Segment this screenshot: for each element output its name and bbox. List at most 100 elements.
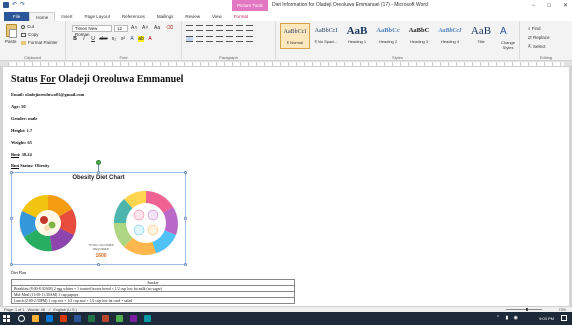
style-no-spacing[interactable]: AaBbCcI ¶ No Spaci... — [311, 23, 341, 49]
shading-icon[interactable] — [236, 36, 243, 42]
style-name: Heading 2 — [378, 39, 398, 44]
paste-button[interactable]: Paste — [5, 39, 17, 44]
change-styles-button[interactable]: Change Styles — [497, 40, 519, 50]
tab-references[interactable]: References — [116, 12, 151, 21]
zoom-slider[interactable] — [506, 308, 542, 311]
subscript-button[interactable]: x₂ — [111, 36, 117, 42]
tab-insert[interactable]: Insert — [55, 12, 78, 21]
table-row: Lunch (2:00-2:30PM) 1 cup rice + 1/2 cup… — [11, 297, 295, 304]
app-icon[interactable] — [144, 315, 151, 322]
taskbar-clock[interactable]: 9:03 PM — [539, 312, 554, 325]
close-button[interactable]: ✕ — [563, 2, 568, 9]
line-spacing-icon[interactable] — [226, 36, 233, 42]
grow-font-icon[interactable]: A˄ — [131, 25, 137, 31]
resize-handle-e[interactable] — [184, 217, 187, 220]
font-family-select[interactable]: Times New Roman — [72, 25, 112, 37]
tab-mailings[interactable]: Mailings — [151, 12, 180, 21]
style-title[interactable]: AaB Title — [466, 23, 496, 49]
change-styles-icon[interactable]: A — [500, 26, 507, 37]
align-right-icon[interactable] — [206, 36, 213, 42]
style-normal[interactable]: AaBbCcI ¶ Normal — [280, 23, 310, 49]
italic-button[interactable]: I — [81, 36, 87, 42]
bullets-icon[interactable] — [186, 25, 193, 31]
style-heading-4[interactable]: AaBbCcI Heading 4 — [435, 23, 465, 49]
find-button[interactable]: ⌕ Find — [528, 24, 550, 33]
tab-home[interactable]: Home — [29, 12, 56, 21]
text-effects-icon[interactable]: A — [129, 36, 135, 42]
table-cell[interactable]: Lunch (2:00-2:30PM) 1 cup rice + 1/2 cup… — [11, 297, 295, 304]
clear-format-icon[interactable]: ⌫ — [166, 25, 173, 31]
resize-handle-w[interactable] — [10, 217, 13, 220]
borders-icon[interactable] — [246, 36, 253, 42]
style-heading-3[interactable]: AaBbC Heading 3 — [404, 23, 434, 49]
heading-prefix: Status — [11, 74, 41, 85]
bmi-status-value: Status: Obesity — [19, 163, 50, 168]
document-page[interactable]: Status For Oladeji Oreoluwa Emmanuel Ema… — [3, 67, 569, 306]
increase-indent-icon[interactable] — [226, 25, 233, 31]
style-name: ¶ Normal — [286, 40, 304, 45]
minimize-button[interactable]: − — [532, 3, 536, 9]
word-icon[interactable] — [74, 315, 81, 322]
replace-button[interactable]: ⇄ Replace — [528, 33, 550, 42]
underline-button[interactable]: U — [90, 36, 96, 42]
change-case-icon[interactable]: Aa — [154, 25, 160, 31]
tab-page-layout[interactable]: Page Layout — [79, 12, 116, 21]
align-left-icon[interactable] — [186, 36, 193, 42]
powerpoint-icon[interactable] — [102, 315, 109, 322]
notification-icon[interactable] — [561, 315, 567, 321]
save-icon[interactable] — [3, 2, 9, 8]
justify-icon[interactable] — [216, 36, 223, 42]
maximize-button[interactable]: □ — [547, 3, 551, 9]
sort-icon[interactable] — [236, 25, 243, 31]
select-button[interactable]: ⇱ Select — [528, 42, 550, 51]
resize-handle-n[interactable] — [97, 171, 100, 174]
strikethrough-button[interactable]: abe — [99, 36, 108, 42]
edge-icon[interactable] — [46, 315, 53, 322]
resize-handle-se[interactable] — [184, 263, 187, 266]
highlight-icon[interactable]: ab — [138, 36, 144, 42]
style-name: Heading 4 — [440, 39, 460, 44]
paste-icon[interactable] — [6, 24, 17, 38]
tab-review[interactable]: Review — [179, 12, 206, 21]
system-tray[interactable]: ⌃ ▮ ◉ — [496, 315, 520, 321]
style-heading-2[interactable]: AaBbCc Heading 2 — [373, 23, 403, 49]
tab-format[interactable]: Format — [228, 12, 254, 21]
bold-button[interactable]: B — [72, 36, 78, 42]
resize-handle-ne[interactable] — [184, 171, 187, 174]
find-label: Find — [531, 26, 541, 31]
clock-time: 9:03 PM — [539, 316, 554, 321]
undo-icon[interactable]: ↶ — [12, 2, 17, 8]
chrome-icon[interactable] — [116, 315, 123, 322]
redo-icon[interactable]: ↷ — [20, 2, 25, 8]
font-size-select[interactable]: 12 — [114, 25, 128, 32]
office-icon[interactable] — [60, 315, 67, 322]
windows-start-icon[interactable] — [3, 315, 10, 322]
superscript-button[interactable]: x² — [120, 36, 126, 42]
style-heading-1[interactable]: AaB Heading 1 — [342, 23, 372, 49]
search-icon[interactable] — [18, 315, 25, 322]
resize-handle-s[interactable] — [97, 263, 100, 266]
resize-handle-sw[interactable] — [10, 263, 13, 266]
tab-file[interactable]: File — [4, 12, 30, 21]
file-explorer-icon[interactable] — [32, 315, 39, 322]
format-painter-button[interactable]: Format Painter — [21, 40, 58, 45]
excel-icon[interactable] — [88, 315, 95, 322]
bmi-value: : 38.24 — [19, 152, 32, 157]
cut-button[interactable]: Cut — [21, 24, 34, 29]
resize-handle-nw[interactable] — [10, 171, 13, 174]
rotation-handle[interactable] — [96, 160, 101, 165]
font-format-row: B I U abe x₂ x² A ab A — [72, 36, 153, 42]
copy-button[interactable]: Copy — [21, 32, 39, 37]
diet-chart-image[interactable]: Obesity Diet Chart TOTAL CALORIES REQUIR… — [10, 160, 187, 266]
multilevel-list-icon[interactable] — [206, 25, 213, 31]
font-color-icon[interactable]: A — [147, 36, 153, 42]
decrease-indent-icon[interactable] — [216, 25, 223, 31]
app-icon[interactable] — [130, 315, 137, 322]
style-sample: AaBbC — [408, 27, 430, 34]
tab-view[interactable]: View — [206, 12, 228, 21]
show-marks-icon[interactable] — [246, 25, 253, 31]
height-line: Height: 1.7 — [11, 128, 33, 133]
numbering-icon[interactable] — [196, 25, 203, 31]
align-center-icon[interactable] — [196, 36, 203, 42]
shrink-font-icon[interactable]: A˅ — [142, 25, 148, 31]
